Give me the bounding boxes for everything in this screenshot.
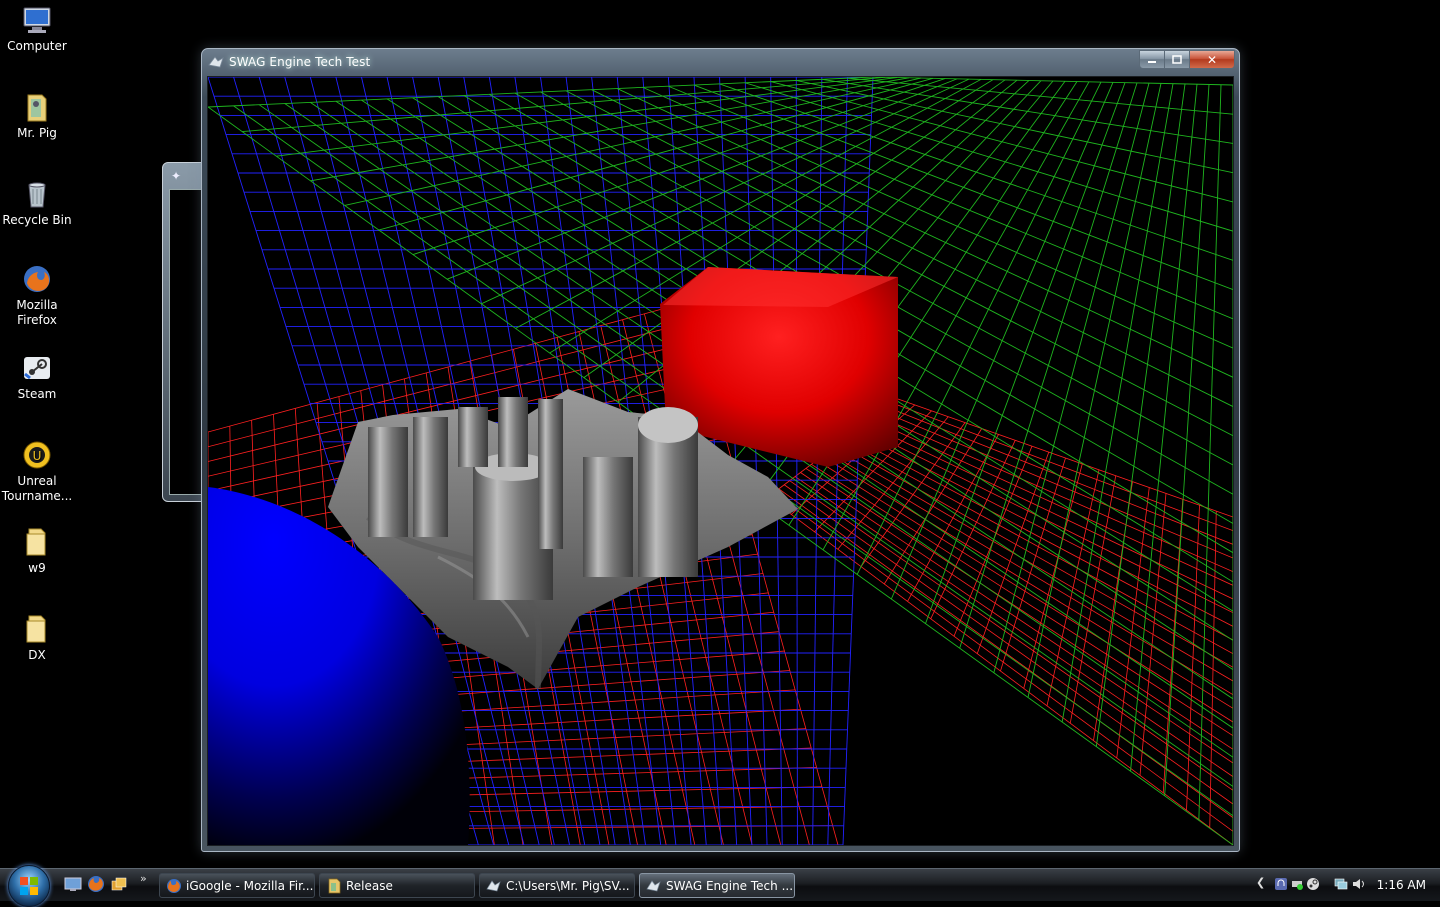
app-icon <box>208 56 224 68</box>
switch-windows-icon[interactable] <box>110 875 128 893</box>
3d-viewport[interactable] <box>207 76 1234 846</box>
firefox-icon <box>167 879 181 893</box>
3d-scene <box>208 77 1233 845</box>
desktop-icon-w9[interactable]: w9 <box>0 526 74 576</box>
desktop-icon-label: Steam <box>17 387 57 401</box>
window-title: SWAG Engine Tech Test <box>229 55 371 69</box>
user-folder-icon <box>21 91 53 123</box>
desktop-icon-steam[interactable]: Steam <box>0 352 74 402</box>
desktop-icon-label: Recycle Bin <box>2 213 72 227</box>
taskbar-button-console[interactable]: C:\Users\Mr. Pig\SV... <box>479 873 635 898</box>
clock[interactable]: 1:16 AM <box>1377 878 1426 892</box>
desktop-icon-label: Mozilla Firefox <box>16 298 58 327</box>
caption-buttons: ✕ <box>1139 50 1235 69</box>
grid-line <box>925 82 1126 624</box>
desktop-icon-label: Computer <box>7 39 67 53</box>
minimize-button[interactable] <box>1139 50 1165 69</box>
taskbar-button-swag-engine[interactable]: SWAG Engine Tech ... <box>639 873 795 898</box>
grid-line <box>1061 83 1174 723</box>
grid-line <box>1095 83 1186 747</box>
app-icon <box>646 880 661 892</box>
folder-icon <box>21 613 53 645</box>
desktop-icon-recycle-bin[interactable]: Recycle Bin <box>0 178 74 228</box>
taskbar-button-firefox[interactable]: iGoogle - Mozilla Fir... <box>159 873 315 898</box>
windows-logo-icon <box>20 877 38 895</box>
start-button[interactable] <box>8 865 50 907</box>
desktop-icon-label: Unreal Tourname... <box>1 474 73 503</box>
desktop-icon-mr-pig[interactable]: Mr. Pig <box>0 91 74 141</box>
desktop-icon-computer[interactable]: Computer <box>0 4 74 54</box>
network-icon[interactable] <box>1334 877 1348 891</box>
show-hidden-icons-button[interactable]: ❮ <box>1256 876 1265 889</box>
taskbar: » iGoogle - Mozilla Fir... Release C:\Us… <box>0 865 1440 907</box>
title-bar[interactable]: SWAG Engine Tech Test ✕ <box>202 49 1239 75</box>
firefox-icon <box>21 263 53 295</box>
grid-line <box>242 77 886 133</box>
svg-text:U: U <box>33 449 42 463</box>
grid-line <box>1209 511 1217 828</box>
desktop-icon-unreal-tournament[interactable]: U Unreal Tourname... <box>0 439 74 504</box>
taskbar-button-label: SWAG Engine Tech ... <box>666 879 794 893</box>
taskbar-button-label: Release <box>346 879 393 893</box>
steam-icon[interactable] <box>1306 877 1320 891</box>
unreal-tournament-icon: U <box>21 439 53 471</box>
app-icon: ✦ <box>171 169 182 183</box>
app-icon <box>486 880 501 892</box>
grid-line <box>890 82 1114 600</box>
show-desktop-icon[interactable] <box>64 875 82 893</box>
steam-icon <box>21 352 53 384</box>
grid-line <box>276 77 898 157</box>
volume-icon[interactable] <box>1352 877 1366 891</box>
folder-icon <box>328 878 341 894</box>
safely-remove-icon[interactable] <box>1290 877 1304 891</box>
grid-line <box>1186 505 1200 811</box>
quick-launch-more[interactable]: » <box>140 872 147 885</box>
notification-area: ❮ 1:16 AM <box>1250 869 1440 901</box>
close-button[interactable]: ✕ <box>1190 50 1235 69</box>
desktop-icon-dx[interactable]: DX <box>0 613 74 663</box>
swag-engine-window[interactable]: SWAG Engine Tech Test ✕ <box>201 48 1240 852</box>
desktop-icon-label: DX <box>28 648 46 662</box>
taskbar-button-release[interactable]: Release <box>319 873 475 898</box>
computer-icon <box>21 4 53 36</box>
desktop-icon-label: w9 <box>28 561 46 575</box>
minimize-icon <box>1148 60 1156 63</box>
taskbar-button-label: iGoogle - Mozilla Fir... <box>186 879 314 893</box>
headset-icon[interactable] <box>1274 877 1288 891</box>
maximize-icon <box>1172 55 1182 64</box>
desktop-icon-label: Mr. Pig <box>17 126 57 140</box>
grid-line <box>447 78 958 280</box>
grid-line <box>1069 475 1117 724</box>
folder-icon <box>21 526 53 558</box>
maximize-button[interactable] <box>1165 50 1190 69</box>
taskbar-button-label: C:\Users\Mr. Pig\SV... <box>506 879 630 893</box>
grid-line <box>883 428 983 585</box>
grid-line <box>993 83 1150 673</box>
desktop-icon-firefox[interactable]: Mozilla Firefox <box>0 263 74 328</box>
recycle-bin-icon <box>21 178 53 210</box>
firefox-icon[interactable] <box>87 875 105 893</box>
